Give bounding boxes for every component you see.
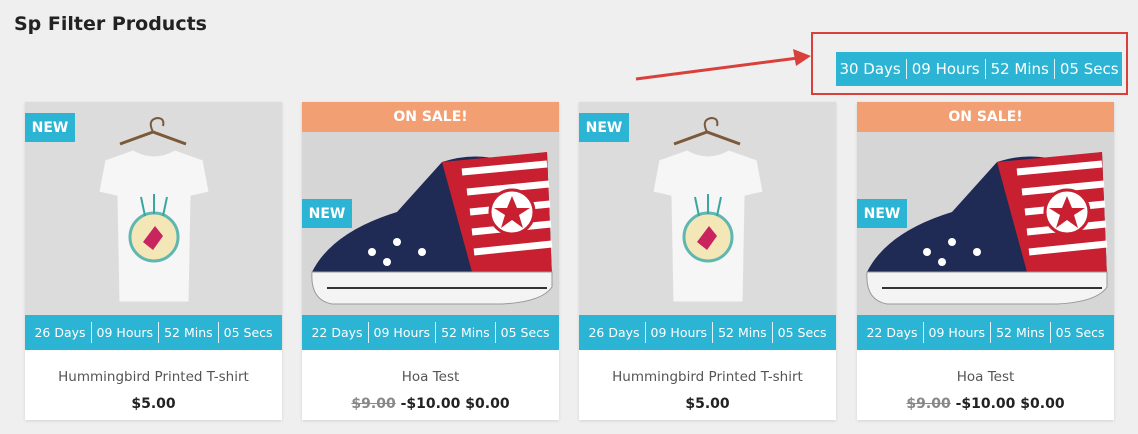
product-name-link[interactable]: Hoa Test [857,369,1114,385]
new-badge: NEW [25,113,75,142]
countdown-days: 26 Days [34,325,86,340]
product-card[interactable]: NEW 26 Days 09 Hours 52 Mins 05 Secs Hum… [25,102,282,420]
countdown-mins: 52 Mins [441,325,490,340]
product-image[interactable]: ON SALE! NEW 22 Days 09 Hours 52 Mins 05… [302,102,559,350]
new-badge: NEW [302,199,352,228]
new-badge: NEW [579,113,629,142]
section-title: Sp Filter Products [14,13,207,35]
product-name-link[interactable]: Hummingbird Printed T-shirt [579,369,836,385]
product-countdown-timer: 22 Days 09 Hours 52 Mins 05 Secs [857,315,1114,350]
countdown-secs: 05 Secs [1055,325,1105,340]
product-countdown-timer: 26 Days 09 Hours 52 Mins 05 Secs [25,315,282,350]
product-name-link[interactable]: Hoa Test [302,369,559,385]
price: $0.00 [465,396,510,412]
countdown-hours: 09 Hours [928,325,986,340]
price: $5.00 [131,396,176,412]
countdown-mins: 52 Mins [164,325,213,340]
countdown-days: 26 Days [588,325,640,340]
discount: -$10.00 [400,396,461,412]
countdown-secs: 05 Secs [223,325,273,340]
new-badge: NEW [857,199,907,228]
discount: -$10.00 [955,396,1016,412]
sale-badge: ON SALE! [857,102,1114,132]
product-card[interactable]: ON SALE! NEW 22 Days 09 Hours 52 Mins 05… [857,102,1114,420]
product-price: $5.00 [579,396,836,412]
product-price: $9.00 -$10.00 $0.00 [302,396,559,412]
product-image[interactable]: NEW 26 Days 09 Hours 52 Mins 05 Secs [25,102,282,350]
product-image[interactable]: NEW 26 Days 09 Hours 52 Mins 05 Secs [579,102,836,350]
countdown-hours: 09 Hours [911,60,980,78]
countdown-secs: 05 Secs [777,325,827,340]
price: $0.00 [1020,396,1065,412]
product-price: $5.00 [25,396,282,412]
countdown-hours: 09 Hours [373,325,431,340]
countdown-mins: 52 Mins [990,60,1049,78]
countdown-days: 22 Days [311,325,363,340]
main-countdown-timer: 30 Days 09 Hours 52 Mins 05 Secs [836,52,1122,86]
countdown-hours: 09 Hours [650,325,708,340]
product-countdown-timer: 22 Days 09 Hours 52 Mins 05 Secs [302,315,559,350]
product-image[interactable]: ON SALE! NEW 22 Days 09 Hours 52 Mins 05… [857,102,1114,350]
old-price: $9.00 [906,396,951,412]
countdown-secs: 05 Secs [1059,60,1119,78]
countdown-mins: 52 Mins [996,325,1045,340]
product-name-link[interactable]: Hummingbird Printed T-shirt [25,369,282,385]
countdown-days: 22 Days [866,325,918,340]
sale-badge: ON SALE! [302,102,559,132]
product-countdown-timer: 26 Days 09 Hours 52 Mins 05 Secs [579,315,836,350]
countdown-hours: 09 Hours [96,325,154,340]
price: $5.00 [685,396,730,412]
old-price: $9.00 [351,396,396,412]
countdown-secs: 05 Secs [500,325,550,340]
product-price: $9.00 -$10.00 $0.00 [857,396,1114,412]
countdown-mins: 52 Mins [718,325,767,340]
product-card[interactable]: ON SALE! NEW 22 Days 09 Hours 52 Mins 05… [302,102,559,420]
product-card[interactable]: NEW 26 Days 09 Hours 52 Mins 05 Secs Hum… [579,102,836,420]
countdown-days: 30 Days [839,60,901,78]
